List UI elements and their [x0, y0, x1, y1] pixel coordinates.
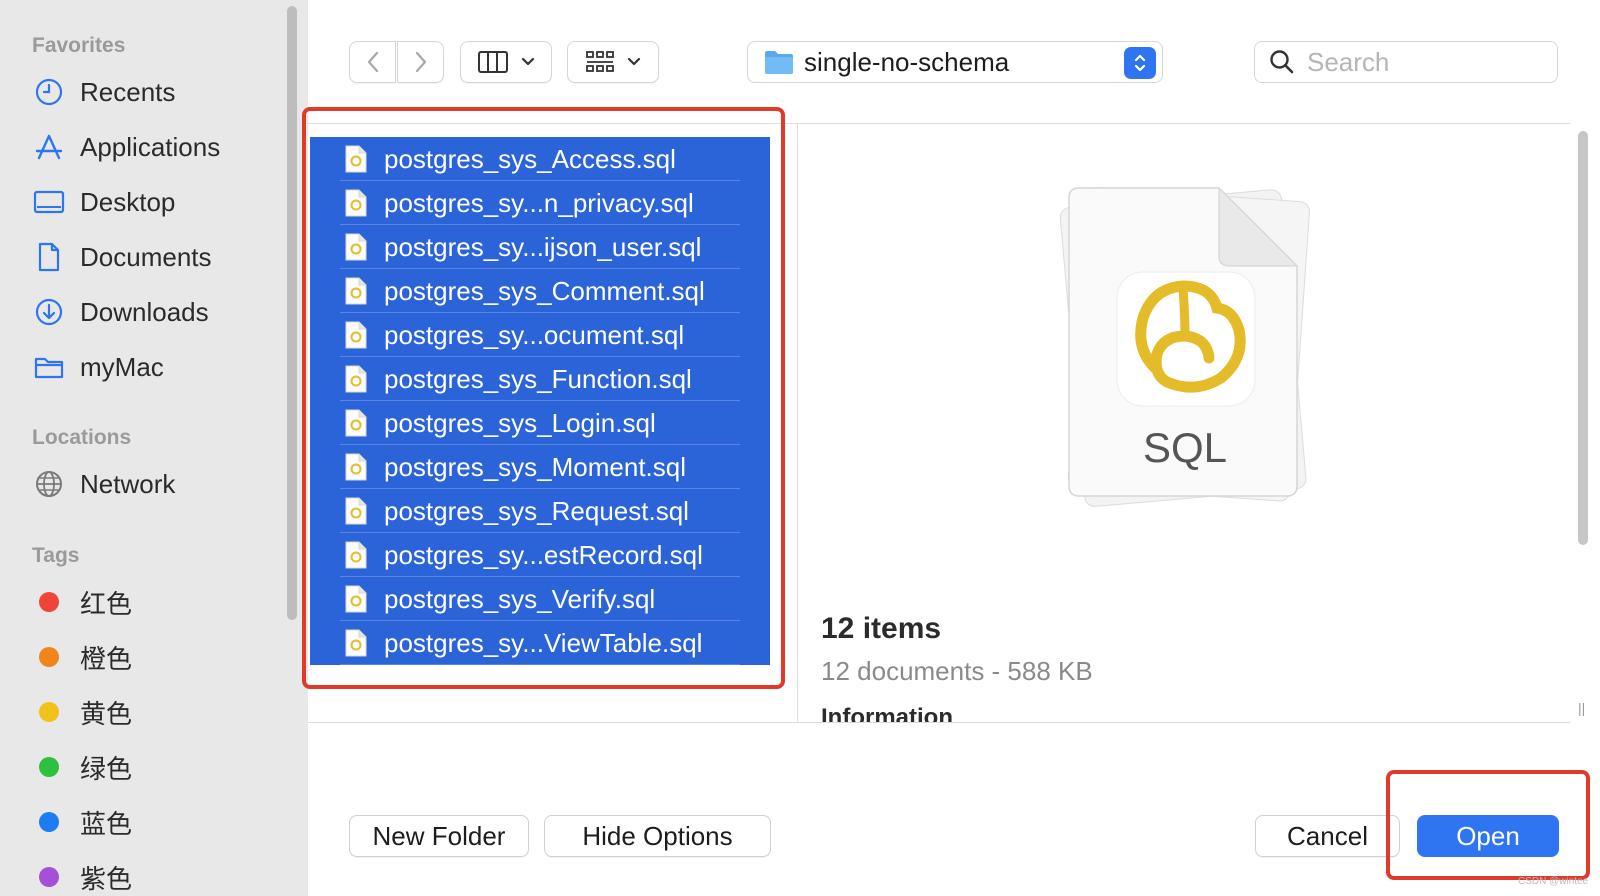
preview-scrollbar[interactable] — [1578, 131, 1588, 545]
sidebar-tag-blue[interactable]: 蓝色 — [32, 802, 282, 842]
locations-heading: Locations — [32, 426, 132, 449]
forward-button[interactable] — [397, 41, 444, 83]
view-columns-button[interactable] — [460, 41, 552, 83]
download-icon — [32, 297, 66, 327]
grid-view-icon — [586, 51, 614, 72]
tag-color-dot — [39, 592, 59, 612]
sidebar-item-label: Documents — [80, 241, 212, 272]
items-description: 12 documents - 588 KB — [821, 656, 1093, 686]
sidebar-item-label: Downloads — [80, 296, 209, 327]
sidebar: Favorites Recents Applications Desktop D… — [0, 0, 308, 896]
tag-color-dot — [39, 867, 59, 887]
tags-heading: Tags — [32, 544, 80, 567]
sidebar-item-recents[interactable]: Recents — [32, 72, 282, 112]
chevron-right-icon — [415, 51, 426, 73]
sidebar-item-label: 绿色 — [80, 753, 133, 784]
path-popup[interactable]: single-no-schema — [747, 41, 1163, 83]
sidebar-item-label: Recents — [80, 76, 176, 107]
chevron-left-icon — [367, 51, 378, 73]
sidebar-item-desktop[interactable]: Desktop — [32, 182, 282, 222]
search-field[interactable] — [1254, 41, 1558, 83]
sidebar-item-network[interactable]: Network — [32, 464, 282, 504]
path-label: single-no-schema — [804, 46, 1010, 77]
cancel-button[interactable]: Cancel — [1255, 815, 1400, 857]
open-button-annotation-box — [1386, 770, 1590, 880]
sidebar-tag-orange[interactable]: 橙色 — [32, 637, 282, 677]
path-stepper[interactable] — [1124, 47, 1156, 79]
search-icon — [1270, 50, 1294, 74]
applications-icon — [32, 132, 66, 162]
sidebar-item-label: Desktop — [80, 186, 176, 217]
sidebar-tag-red[interactable]: 红色 — [32, 582, 282, 622]
sidebar-item-label: 蓝色 — [80, 808, 133, 839]
tag-color-dot — [39, 647, 59, 667]
browser-bottom-divider — [308, 722, 1570, 723]
document-icon — [32, 242, 66, 272]
items-count: 12 items — [821, 612, 942, 645]
watermark: CSDN @wintee — [1518, 876, 1589, 887]
sidebar-item-label: 橙色 — [80, 643, 133, 674]
sidebar-item-downloads[interactable]: Downloads — [32, 292, 282, 332]
sidebar-item-label: Applications — [80, 131, 221, 162]
sidebar-scrollbar[interactable] — [287, 6, 297, 620]
sidebar-item-label: Network — [80, 468, 176, 499]
sidebar-item-label: myMac — [80, 351, 164, 382]
folder-icon — [765, 51, 793, 74]
desktop-icon — [32, 187, 66, 217]
sidebar-item-label: 紫色 — [80, 863, 133, 894]
sidebar-tag-yellow[interactable]: 黄色 — [32, 692, 282, 732]
hide-options-button[interactable]: Hide Options — [544, 815, 771, 857]
sidebar-item-label: 黄色 — [80, 698, 133, 729]
tag-color-dot — [39, 757, 59, 777]
group-view-button[interactable] — [567, 41, 659, 83]
file-type-label: SQL — [1142, 424, 1228, 471]
new-folder-button[interactable]: New Folder — [349, 815, 529, 857]
chevron-down-icon — [521, 57, 535, 66]
back-button[interactable] — [349, 41, 396, 83]
sidebar-item-mymac[interactable]: myMac — [32, 347, 282, 387]
file-list-annotation-box — [302, 107, 785, 689]
clock-icon — [32, 77, 66, 107]
tag-color-dot — [39, 702, 59, 722]
globe-icon — [32, 469, 66, 499]
favorites-heading: Favorites — [32, 34, 126, 57]
sidebar-item-documents[interactable]: Documents — [32, 237, 282, 277]
search-input[interactable] — [1307, 46, 1547, 78]
sidebar-tag-green[interactable]: 绿色 — [32, 747, 282, 787]
tag-color-dot — [39, 812, 59, 832]
sql-file-preview-icon: SQL — [1035, 168, 1335, 538]
columns-view-icon — [478, 51, 508, 73]
resize-grip-icon[interactable]: || — [1578, 700, 1585, 716]
sidebar-tag-purple[interactable]: 紫色 — [32, 857, 282, 896]
column-divider[interactable] — [797, 123, 798, 723]
folder-icon — [32, 352, 66, 382]
information-heading: Information — [821, 704, 953, 722]
sidebar-item-label: 红色 — [80, 588, 133, 619]
chevron-down-icon — [627, 57, 641, 66]
up-down-chevron-icon — [1134, 54, 1146, 72]
sidebar-item-applications[interactable]: Applications — [32, 127, 282, 167]
